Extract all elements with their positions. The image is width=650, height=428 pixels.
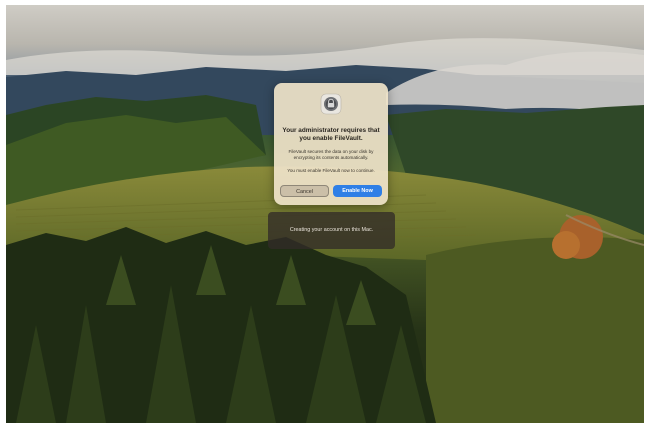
filevault-lock-icon: [320, 93, 342, 115]
dialog-title: Your administrator requires that you ena…: [282, 127, 380, 142]
dialog-requirement: You must enable FileVault now to continu…: [287, 168, 375, 173]
enable-now-button[interactable]: Enable Now: [333, 185, 382, 197]
status-message: Creating your account on this Mac.: [268, 212, 395, 249]
dialog-description: FileVault secures the data on your disk …: [288, 149, 374, 160]
desktop-background: Your administrator requires that you ena…: [6, 5, 644, 423]
cancel-button[interactable]: Cancel: [280, 185, 329, 197]
filevault-dialog: Your administrator requires that you ena…: [274, 83, 388, 205]
